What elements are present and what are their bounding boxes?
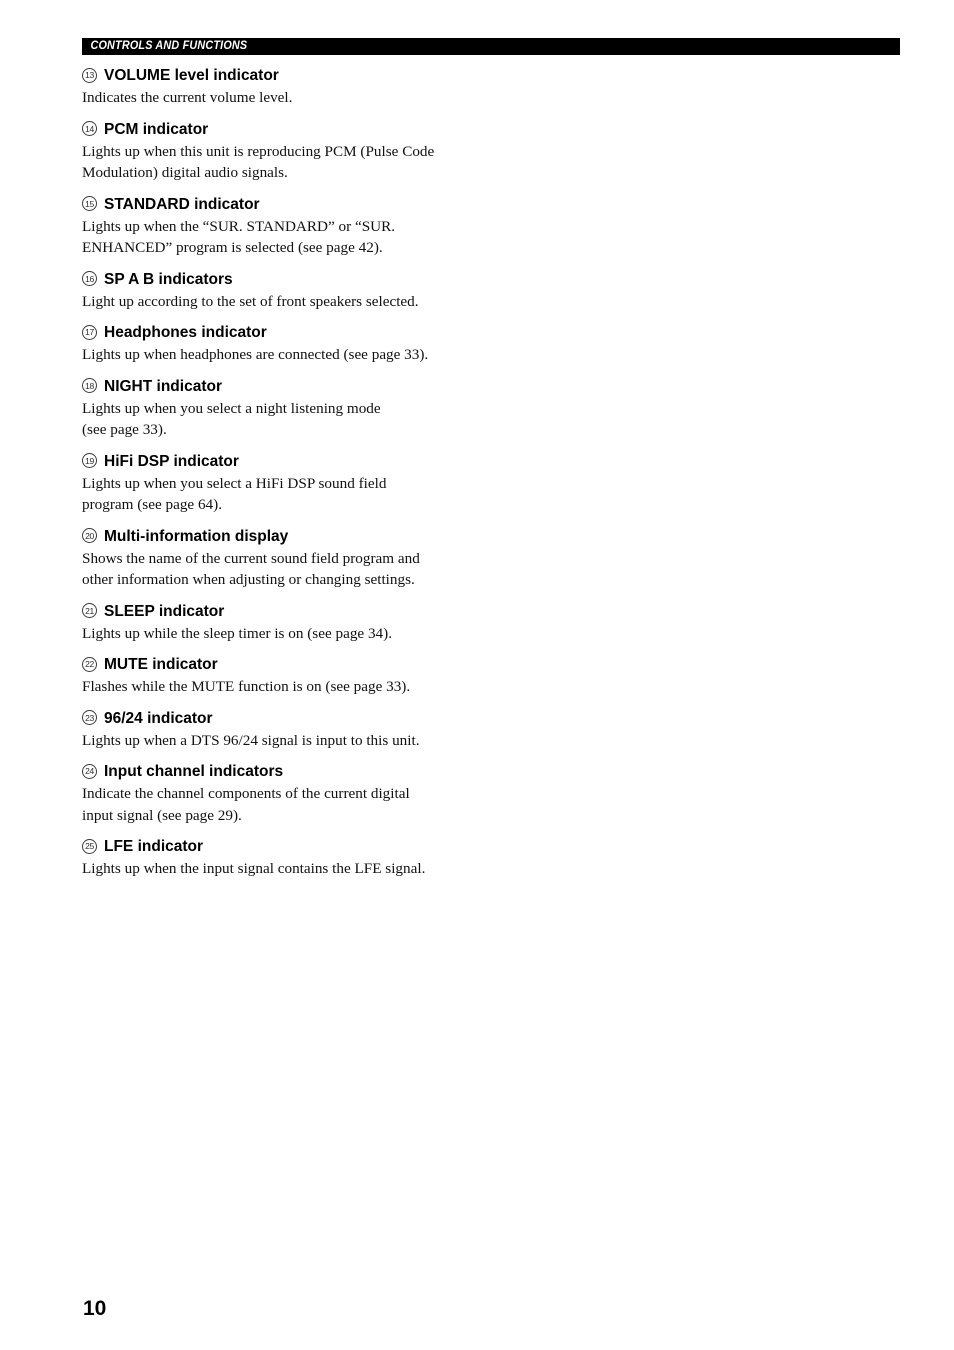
entry-heading-label: SP A B indicators	[104, 270, 233, 288]
entry-heading-label: Headphones indicator	[104, 324, 267, 341]
entry-description-line: Shows the name of the current sound fiel…	[82, 549, 420, 567]
entry-heading: 15 STANDARD indicator	[82, 195, 642, 215]
indicator-entry: 14 PCM indicator Lights up when this unit …	[82, 120, 642, 184]
entry-description-line: Indicates the current volume level.	[82, 89, 293, 106]
entry-heading: 23 96/24 indicator	[82, 709, 642, 729]
indicator-entry: 16 SP A B indicators Light up according to…	[82, 270, 642, 313]
entry-description: Shows the name of the current sound fiel…	[82, 548, 642, 591]
entry-list: 13 VOLUME level indicator Indicates the cu…	[82, 66, 642, 891]
circled-number-icon: 23	[82, 710, 97, 726]
entry-heading: 24 Input channel indicators	[82, 762, 642, 782]
circled-number-icon: 22	[82, 656, 97, 672]
circled-number-icon: 24	[82, 763, 97, 779]
circled-number-icon: 13	[82, 67, 97, 83]
entry-heading-label: Multi-information display	[104, 527, 289, 545]
entry-heading-label: PCM indicator	[104, 120, 209, 138]
circled-number-icon: 15	[82, 196, 97, 212]
entry-description: Indicates the current volume level.	[82, 87, 642, 109]
indicator-entry: 20 Multi-information display Shows the nam…	[82, 527, 642, 591]
entry-heading-label: LFE indicator	[104, 838, 204, 855]
entry-description-line: Lights up when a DTS 96/24 signal is inp…	[82, 731, 420, 749]
entry-description-line: Light up according to the set of front s…	[82, 292, 419, 310]
entry-description: Lights up when the “SUR. STANDARD” or “S…	[82, 216, 642, 259]
entry-heading: 25 LFE indicator	[82, 837, 642, 857]
circled-number-icon: 25	[82, 838, 97, 854]
entry-description: Flashes while the MUTE function is on (s…	[82, 676, 642, 698]
page-number: 10	[83, 1297, 107, 1320]
circled-number-icon: 19	[82, 453, 97, 469]
entry-heading: 19 HiFi DSP indicator	[82, 452, 642, 472]
circled-number-icon: 16	[82, 271, 97, 287]
entry-description-line: Modulation) digital audio signals.	[82, 164, 288, 181]
entry-description-line: Lights up when you select a HiFi DSP sou…	[82, 474, 387, 492]
entry-heading-label: SLEEP indicator	[104, 602, 225, 620]
entry-heading: 20 Multi-information display	[82, 527, 642, 547]
entry-description: Lights up when a DTS 96/24 signal is inp…	[82, 730, 642, 752]
document-page: CONTROLS AND FUNCTIONS 13 VOLUME level in…	[0, 0, 954, 1350]
entry-description-line: Flashes while the MUTE function is on (s…	[82, 678, 411, 695]
entry-description: Lights up when headphones are connected …	[82, 344, 642, 366]
indicator-entry: 17 Headphones indicator Lights up when hea…	[82, 323, 642, 366]
section-header-label: CONTROLS AND FUNCTIONS	[90, 39, 248, 52]
indicator-entry: 13 VOLUME level indicator Indicates the cu…	[82, 66, 642, 109]
entry-description-line: Lights up when the “SUR. STANDARD” or “S…	[82, 217, 396, 235]
entry-description: Lights up when you select a HiFi DSP sou…	[82, 473, 642, 516]
entry-description-line: ENHANCED” program is selected (see page …	[82, 239, 383, 256]
entry-description-line: input signal (see page 29).	[82, 806, 242, 824]
entry-description: Lights up when the input signal contains…	[82, 858, 642, 880]
indicator-entry: 18 NIGHT indicator Lights up when you sele…	[82, 377, 642, 441]
entry-heading: 21 SLEEP indicator	[82, 602, 642, 622]
circled-number-icon: 14	[82, 121, 97, 137]
entry-description-line: Lights up when you select a night listen…	[82, 399, 381, 417]
entry-heading-label: HiFi DSP indicator	[104, 452, 239, 470]
entry-heading: 16 SP A B indicators	[82, 270, 642, 290]
entry-heading-label: VOLUME level indicator	[104, 67, 279, 84]
indicator-entry: 22 MUTE indicator Flashes while the MUTE f…	[82, 655, 642, 698]
entry-heading-label: Input channel indicators	[104, 763, 284, 780]
indicator-entry: 24 Input channel indicators Indicate the c…	[82, 762, 642, 826]
entry-description: Indicate the channel components of the c…	[82, 783, 642, 826]
entry-description-line: Lights up when headphones are connected …	[82, 346, 429, 363]
entry-description-line: Indicate the channel components of the c…	[82, 785, 410, 802]
entry-heading: 18 NIGHT indicator	[82, 377, 642, 397]
entry-heading-label: NIGHT indicator	[104, 377, 222, 395]
entry-heading-label: STANDARD indicator	[104, 195, 260, 213]
entry-heading: 14 PCM indicator	[82, 120, 642, 140]
entry-description-line: other information when adjusting or chan…	[82, 571, 415, 588]
entry-description: Lights up when you select a night listen…	[82, 398, 642, 441]
entry-description: Lights up when this unit is reproducing …	[82, 141, 642, 184]
entry-heading: 22 MUTE indicator	[82, 655, 642, 675]
indicator-entry: 15 STANDARD indicator Lights up when the “…	[82, 195, 642, 259]
entry-description-line: Lights up while the sleep timer is on (s…	[82, 624, 393, 642]
indicator-entry: 25 LFE indicator Lights up when the input …	[82, 837, 642, 880]
entry-description: Lights up while the sleep timer is on (s…	[82, 623, 642, 645]
entry-heading-label: MUTE indicator	[104, 656, 218, 673]
entry-description-line: Lights up when this unit is reproducing …	[82, 142, 435, 160]
entry-description-line: program (see page 64).	[82, 496, 223, 513]
circled-number-icon: 17	[82, 324, 97, 340]
circled-number-icon: 21	[82, 603, 97, 619]
indicator-entry: 23 96/24 indicator Lights up when a DTS 96…	[82, 709, 642, 752]
circled-number-icon: 20	[82, 528, 97, 544]
entry-description-line: (see page 33).	[82, 421, 167, 438]
entry-description: Light up according to the set of front s…	[82, 291, 642, 313]
indicator-entry: 21 SLEEP indicator Lights up while the sle…	[82, 602, 642, 645]
entry-heading: 17 Headphones indicator	[82, 323, 642, 343]
entry-heading-label: 96/24 indicator	[104, 709, 213, 727]
circled-number-icon: 18	[82, 378, 97, 394]
entry-description-line: Lights up when the input signal contains…	[82, 860, 426, 877]
indicator-entry: 19 HiFi DSP indicator Lights up when you s…	[82, 452, 642, 516]
section-header-bar: CONTROLS AND FUNCTIONS	[82, 38, 900, 55]
entry-heading: 13 VOLUME level indicator	[82, 66, 642, 86]
